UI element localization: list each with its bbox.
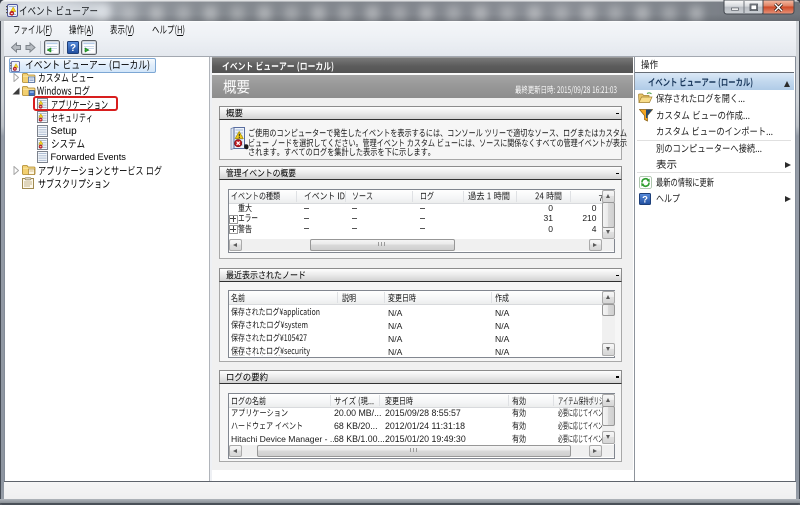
svg-text:?: ?: [70, 43, 76, 54]
svg-text:?: ?: [642, 194, 648, 205]
